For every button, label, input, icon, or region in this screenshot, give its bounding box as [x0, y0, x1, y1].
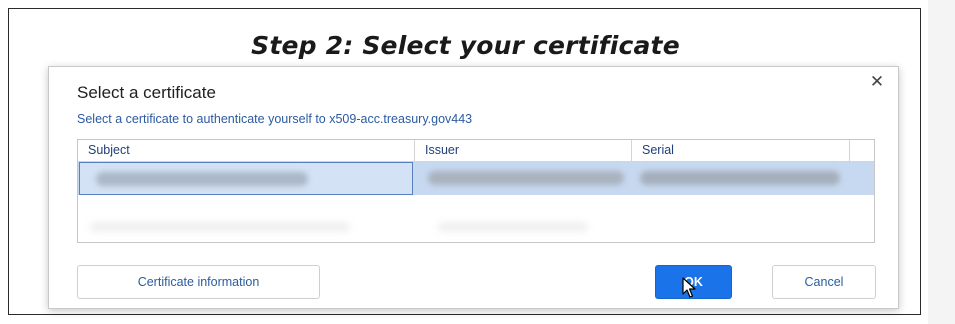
page: Step 2: Select your certificate Select a… — [0, 0, 955, 324]
table-row-empty — [78, 195, 874, 242]
select-certificate-dialog: Select a certificate ✕ Select a certific… — [48, 66, 899, 309]
step-frame: Step 2: Select your certificate Select a… — [8, 8, 921, 315]
column-header-subject[interactable]: Subject — [78, 140, 415, 161]
redacted-issuer — [428, 171, 624, 185]
mouse-pointer-icon — [682, 277, 696, 298]
redacted-subject — [96, 172, 308, 186]
column-header-serial[interactable]: Serial — [632, 140, 850, 161]
dialog-subtitle: Select a certificate to authenticate you… — [77, 112, 473, 126]
step-title: Step 2: Select your certificate — [251, 31, 680, 60]
faint-redaction — [90, 223, 350, 231]
faint-redaction — [438, 223, 588, 231]
side-panel — [928, 0, 955, 324]
redacted-serial — [640, 171, 840, 185]
column-header-issuer[interactable]: Issuer — [415, 140, 632, 161]
certificate-table: Subject Issuer Serial — [77, 139, 875, 243]
certificate-information-button[interactable]: Certificate information — [77, 265, 320, 299]
close-icon[interactable]: ✕ — [868, 73, 886, 91]
subject-cell-selected[interactable] — [79, 162, 413, 195]
cancel-button[interactable]: Cancel — [772, 265, 876, 299]
dialog-title: Select a certificate — [77, 83, 216, 102]
table-header: Subject Issuer Serial — [78, 140, 874, 162]
